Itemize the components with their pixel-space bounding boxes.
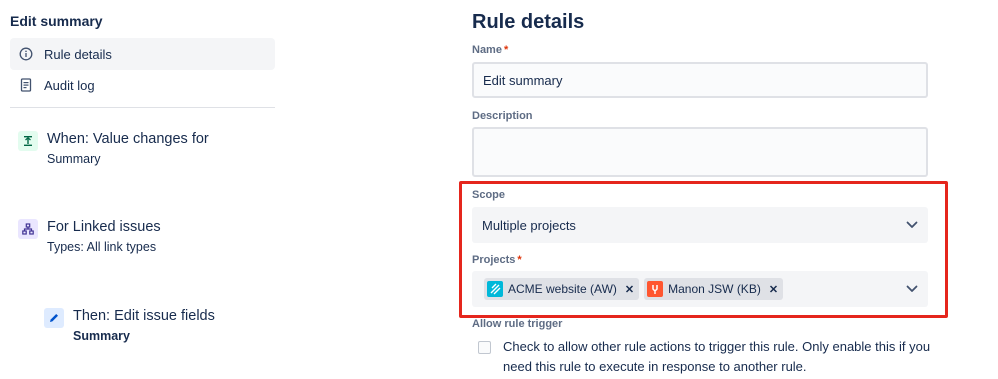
step-branch[interactable]: For Linked issues Types: All link types bbox=[18, 218, 161, 256]
nav-audit-log-label: Audit log bbox=[44, 77, 95, 93]
scope-select[interactable]: Multiple projects bbox=[472, 207, 928, 243]
rule-details-form: Rule details Name * Edit summary Descript… bbox=[472, 0, 998, 379]
step-trigger-subtitle: Summary bbox=[47, 152, 101, 166]
project-tag-acme: ACME website (AW) ✕ bbox=[484, 278, 640, 300]
description-label: Description bbox=[472, 110, 533, 122]
pencil-icon bbox=[44, 308, 64, 328]
nav-rule-details[interactable]: Rule details bbox=[10, 38, 275, 70]
scope-label: Scope bbox=[472, 189, 506, 201]
branch-icon bbox=[18, 219, 38, 239]
remove-manon-tag-button[interactable]: ✕ bbox=[769, 283, 778, 296]
nav-audit-log[interactable]: Audit log bbox=[10, 69, 275, 101]
rule-sidebar: Edit summary Rule details Audit log When… bbox=[0, 0, 285, 379]
sidebar-divider bbox=[10, 107, 275, 108]
allow-trigger-description: Check to allow other rule actions to tri… bbox=[503, 339, 931, 374]
page-title: Rule details bbox=[472, 11, 585, 33]
project-tag-manon-label: Manon JSW (KB) bbox=[668, 282, 761, 296]
scope-select-value: Multiple projects bbox=[482, 217, 576, 233]
document-icon bbox=[18, 77, 34, 93]
project-tag-manon: Manon JSW (KB) ✕ bbox=[644, 278, 784, 300]
trigger-icon bbox=[18, 131, 38, 151]
chevron-down-icon bbox=[904, 217, 920, 233]
chevron-down-icon bbox=[904, 281, 920, 297]
allow-trigger-label: Allow rule trigger bbox=[472, 318, 563, 330]
step-branch-subtitle: Types: All link types bbox=[47, 240, 157, 254]
allow-trigger-row: Check to allow other rule actions to tri… bbox=[478, 337, 943, 377]
required-mark: * bbox=[517, 254, 522, 266]
remove-acme-tag-button[interactable]: ✕ bbox=[625, 283, 634, 296]
name-field-value: Edit summary bbox=[483, 72, 563, 88]
name-label-text: Name bbox=[472, 44, 502, 56]
allow-trigger-checkbox[interactable] bbox=[478, 341, 491, 354]
required-mark: * bbox=[503, 44, 509, 56]
info-icon bbox=[18, 46, 34, 62]
project-tag-acme-label: ACME website (AW) bbox=[508, 282, 617, 296]
step-action[interactable]: Then: Edit issue fields Summary bbox=[44, 307, 215, 345]
projects-label-text: Projects bbox=[472, 254, 516, 266]
projects-select[interactable]: ACME website (AW) ✕ Manon JSW (KB) ✕ bbox=[472, 271, 928, 307]
name-label: Name * bbox=[472, 44, 508, 56]
acme-project-avatar-icon bbox=[487, 281, 503, 297]
step-action-title: Then: Edit issue fields bbox=[73, 308, 215, 324]
rule-name-heading: Edit summary bbox=[10, 13, 103, 29]
step-trigger[interactable]: When: Value changes for Summary bbox=[18, 130, 209, 168]
name-field[interactable]: Edit summary bbox=[472, 62, 928, 98]
step-branch-title: For Linked issues bbox=[47, 219, 161, 235]
description-field[interactable] bbox=[472, 127, 928, 177]
step-trigger-title: When: Value changes for bbox=[47, 131, 209, 147]
manon-project-avatar-icon bbox=[647, 281, 664, 297]
nav-rule-details-label: Rule details bbox=[44, 46, 112, 62]
step-action-subtitle: Summary bbox=[73, 329, 130, 343]
projects-label: Projects * bbox=[472, 254, 522, 266]
